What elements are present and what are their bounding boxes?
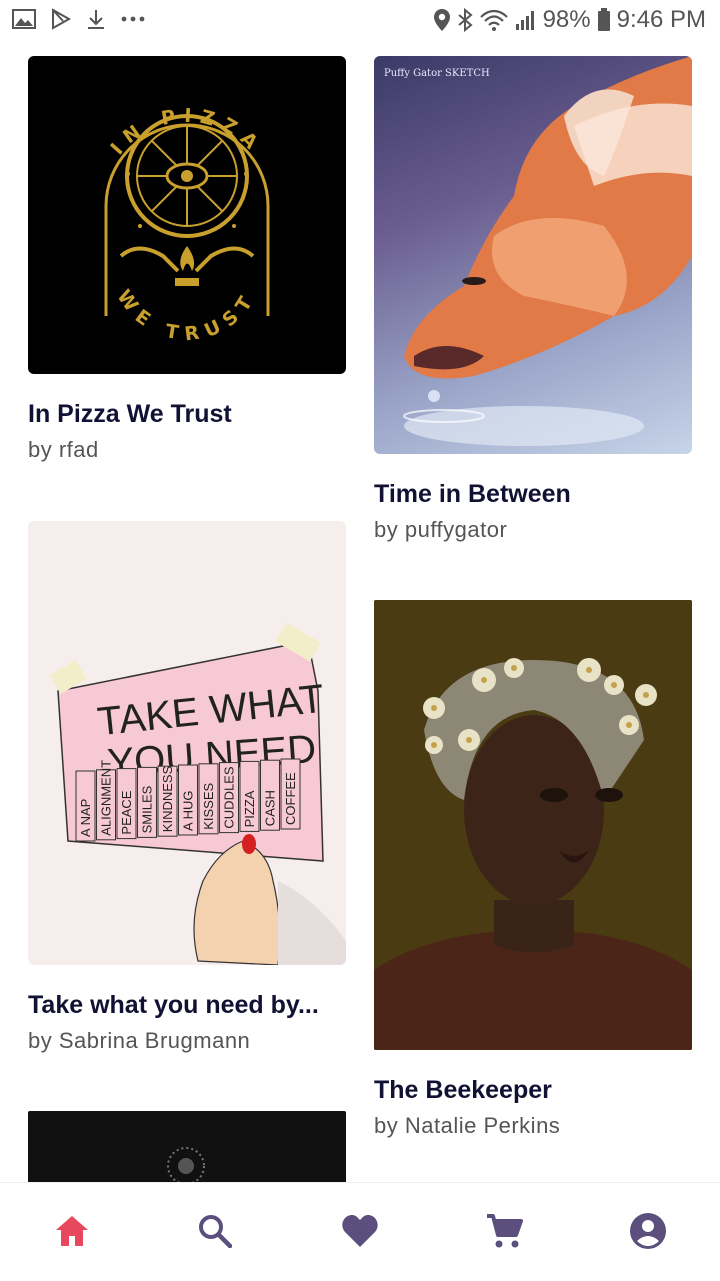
artwork-image[interactable] — [28, 1111, 346, 1182]
art-tab-label: PEACE — [119, 790, 134, 834]
partial-artwork — [167, 1147, 205, 1182]
artist-name[interactable]: by Sabrina Brugmann — [28, 1028, 346, 1054]
svg-text:WE TRUST: WE TRUST — [112, 286, 261, 346]
nav-search[interactable] — [193, 1209, 237, 1253]
artwork-grid: IN PIZZA WE TRUST In Pizza We Trust by r… — [0, 44, 720, 1182]
artwork-title[interactable]: Time in Between — [374, 480, 692, 509]
search-icon — [199, 1215, 232, 1248]
art-tab-label: KINDNESS — [160, 765, 175, 832]
artwork-card[interactable]: The Beekeeper by Natalie Perkins — [374, 600, 692, 1139]
art-tab-label: A NAP — [78, 799, 93, 837]
battery-icon — [597, 8, 610, 31]
artist-name[interactable]: by rfad — [28, 437, 346, 463]
art-tab-label: CASH — [263, 790, 278, 826]
pizza-artwork: IN PIZZA WE TRUST — [104, 105, 270, 346]
artwork-image[interactable]: Puffy Gator SKETCH — [374, 56, 692, 454]
artwork-title[interactable]: In Pizza We Trust — [28, 400, 346, 429]
clock: 9:46 PM — [616, 6, 706, 33]
nav-home[interactable] — [50, 1209, 94, 1253]
take-what-you-need-artwork: TAKE WHAT YOU NEED A NAP ALIGNMENT PEACE SM… — [49, 622, 346, 965]
location-icon — [433, 9, 450, 31]
play-store-icon — [52, 8, 72, 30]
art-tab-label: COFFEE — [283, 772, 298, 825]
nav-cart[interactable] — [482, 1209, 526, 1253]
art-tab-label: A HUG — [181, 791, 196, 831]
cart-icon — [487, 1214, 523, 1248]
art-text-bottom: WE TRUST — [112, 286, 253, 346]
artwork-title[interactable]: The Beekeeper — [374, 1076, 692, 1105]
heart-icon — [342, 1215, 378, 1247]
bottom-navigation — [0, 1182, 720, 1281]
beekeeper-artwork — [374, 600, 692, 1050]
bluetooth-icon — [457, 8, 473, 32]
artwork-image[interactable] — [374, 600, 692, 1050]
nav-account[interactable] — [626, 1209, 670, 1253]
download-icon — [88, 10, 104, 29]
wifi-icon — [479, 9, 508, 31]
art-tab-label: PIZZA — [242, 790, 257, 827]
art-tab-label: CUDDLES — [222, 766, 237, 828]
signal-icon — [515, 11, 534, 30]
fox-artwork: Puffy Gator SKETCH — [384, 56, 692, 446]
battery-percent: 98% — [542, 6, 591, 33]
more-icon — [121, 16, 145, 22]
artwork-card[interactable]: IN PIZZA WE TRUST In Pizza We Trust by r… — [28, 56, 346, 463]
art-signature: Puffy Gator SKETCH — [384, 68, 490, 79]
artwork-image[interactable]: IN PIZZA WE TRUST — [28, 56, 346, 374]
home-icon — [56, 1216, 88, 1246]
artwork-image[interactable]: TAKE WHAT YOU NEED A NAP ALIGNMENT PEACE SM… — [28, 521, 346, 965]
artwork-card[interactable]: Puffy Gator SKETCH Time in Between by pu… — [374, 56, 692, 543]
artwork-title[interactable]: Take what you need by... — [28, 991, 346, 1020]
art-tab-label: SMILES — [140, 785, 155, 833]
artwork-card[interactable] — [28, 1111, 346, 1182]
nav-favorites[interactable] — [338, 1209, 382, 1253]
artist-name[interactable]: by Natalie Perkins — [374, 1113, 692, 1139]
artwork-card[interactable]: TAKE WHAT YOU NEED A NAP ALIGNMENT PEACE SM… — [28, 521, 346, 1054]
art-tab-label: KISSES — [201, 783, 216, 830]
account-icon — [630, 1213, 666, 1249]
status-bar: 98% 9:46 PM — [0, 0, 720, 44]
artist-name[interactable]: by puffygator — [374, 517, 692, 543]
image-icon — [12, 9, 36, 29]
art-tab-label: ALIGNMENT — [99, 760, 114, 836]
